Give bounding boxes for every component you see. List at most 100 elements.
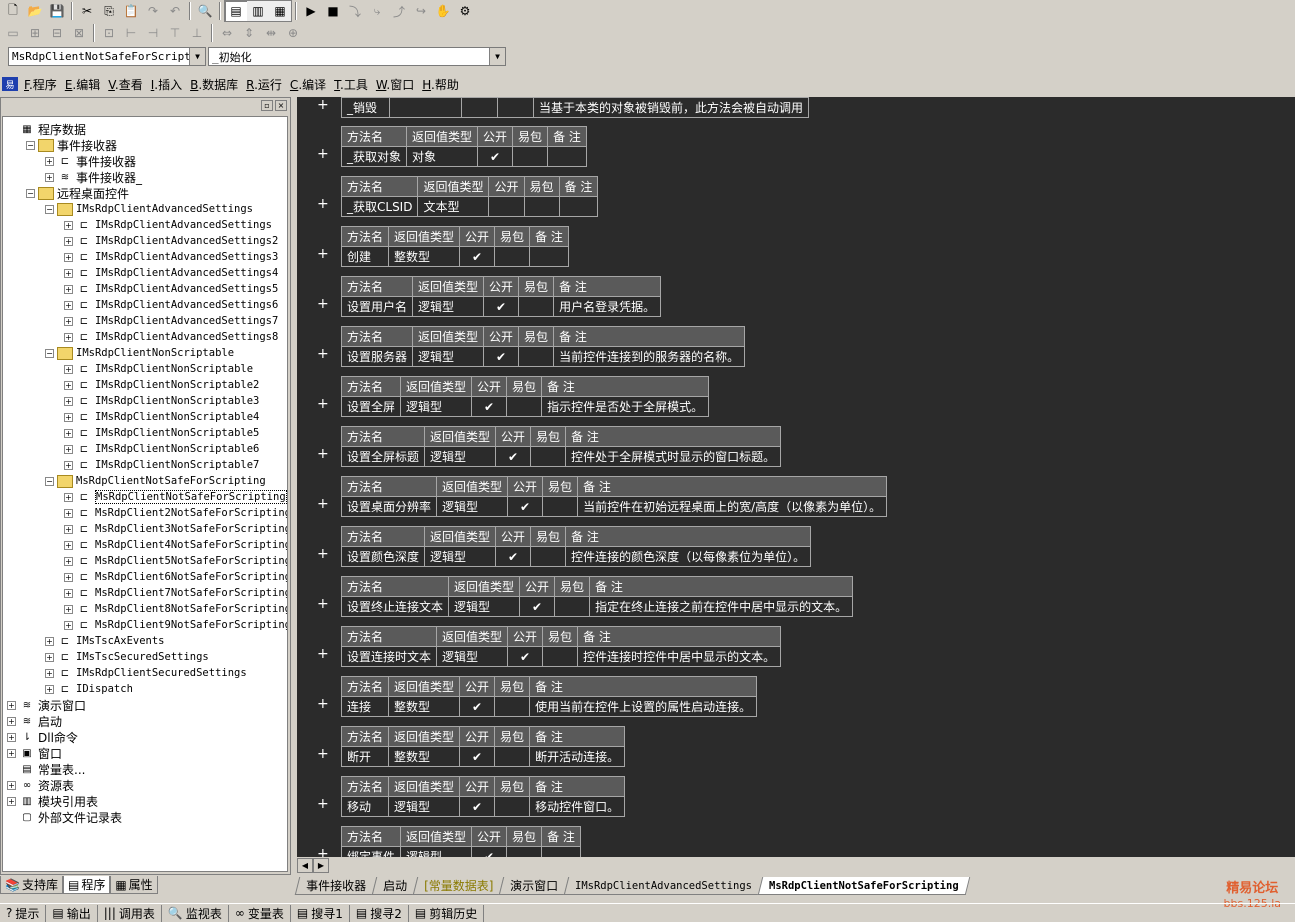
collapse-icon[interactable]: − <box>26 188 35 198</box>
menu-item[interactable]: I.插入 <box>147 76 186 93</box>
expand-icon[interactable]: + <box>64 588 73 598</box>
method-ret[interactable]: 逻辑型 <box>424 446 497 467</box>
method-ret[interactable]: 逻辑型 <box>436 646 509 667</box>
method-pub[interactable]: ✔ <box>507 496 544 517</box>
file-tab[interactable]: 事件接收器 <box>294 877 378 895</box>
method-name[interactable]: 设置全屏标题 <box>340 446 426 467</box>
new-file-icon[interactable]: 🗋 <box>2 1 24 21</box>
file-tab[interactable]: 启动 <box>371 877 419 895</box>
collapse-icon[interactable]: − <box>45 204 54 214</box>
tree-node[interactable]: + ⊏ MsRdpClient7NotSafeForScripting <box>3 585 287 601</box>
method-name[interactable]: 绑定事件 <box>340 846 402 857</box>
tree-node[interactable]: + ⊏ MsRdpClient9NotSafeForScripting <box>3 617 287 633</box>
method-name[interactable]: _销毁 <box>341 97 390 118</box>
align5-icon[interactable]: ⊡ <box>98 23 120 43</box>
expand-icon[interactable]: + <box>64 508 73 518</box>
layout3-icon[interactable]: ▦ <box>269 1 291 21</box>
run-icon[interactable]: ▶ <box>300 1 322 21</box>
redo-icon[interactable]: ↷ <box>142 1 164 21</box>
collapse-icon[interactable]: − <box>45 348 54 358</box>
method-row[interactable]: 设置用户名 逻辑型 ✔ 用户名登录凭据。 <box>340 296 662 317</box>
expand-method-icon[interactable]: + <box>317 196 329 212</box>
tree-node[interactable]: + ⊏ IMsRdpClientNonScriptable7 <box>3 457 287 473</box>
tree-node[interactable]: ▢ 外部文件记录表 <box>3 809 287 825</box>
method-note[interactable]: 指定在终止连接之前在控件中居中显示的文本。 <box>589 596 854 617</box>
align13-icon[interactable]: ⊕ <box>282 23 304 43</box>
expand-method-icon[interactable]: + <box>317 146 329 162</box>
method-name[interactable]: _获取对象 <box>340 146 408 167</box>
expand-icon[interactable]: + <box>64 396 73 406</box>
menu-item[interactable]: T.工具 <box>330 76 372 93</box>
tree-node[interactable]: − MsRdpClientNotSafeForScripting <box>3 473 287 489</box>
tree-node[interactable]: + ⊏ IMsRdpClientNonScriptable4 <box>3 409 287 425</box>
expand-icon[interactable]: + <box>64 428 73 438</box>
expand-icon[interactable] <box>7 813 16 822</box>
align7-icon[interactable]: ⊣ <box>142 23 164 43</box>
expand-icon[interactable]: + <box>64 604 73 614</box>
expand-method-icon[interactable]: + <box>317 97 329 113</box>
tree-node[interactable]: + ⊏ MsRdpClient2NotSafeForScripting <box>3 505 287 521</box>
tree-node[interactable]: − 事件接收器 <box>3 137 287 153</box>
tree-node[interactable]: + ⊏ IMsRdpClientAdvancedSettings3 <box>3 249 287 265</box>
align2-icon[interactable]: ⊞ <box>24 23 46 43</box>
bottom-tab[interactable]: ▤ 搜寻2 <box>350 904 409 922</box>
tree-node[interactable]: − IMsRdpClientNonScriptable <box>3 345 287 361</box>
method-easy[interactable] <box>506 846 543 857</box>
method-easy[interactable] <box>554 596 591 617</box>
collapse-icon[interactable]: − <box>45 476 54 486</box>
method-note[interactable]: 控件连接时控件中居中显示的文本。 <box>577 646 782 667</box>
expand-icon[interactable]: + <box>64 316 73 326</box>
method-note[interactable]: 当前控件在初始远程桌面上的宽/高度（以像素为单位）。 <box>577 496 888 517</box>
method-pub[interactable]: ✔ <box>477 146 514 167</box>
expand-icon[interactable] <box>7 125 16 134</box>
expand-icon[interactable]: + <box>45 684 54 694</box>
method-name[interactable]: 设置终止连接文本 <box>340 596 450 617</box>
close-icon[interactable]: × <box>275 100 287 111</box>
paste-icon[interactable]: 📋 <box>120 1 142 21</box>
tree-node[interactable]: ▦ 程序数据 <box>3 121 287 137</box>
expand-icon[interactable]: + <box>64 556 73 566</box>
method-pub[interactable]: ✔ <box>483 296 520 317</box>
file-tab[interactable]: 演示窗口 <box>499 877 570 895</box>
method-row[interactable]: 设置全屏 逻辑型 ✔ 指示控件是否处于全屏模式。 <box>340 396 710 417</box>
tree-node[interactable]: + ≋ 事件接收器_ <box>3 169 287 185</box>
method-name[interactable]: 设置全屏 <box>340 396 402 417</box>
tree-node[interactable]: + ≋ 启动 <box>3 713 287 729</box>
step-over-icon[interactable]: ↪ <box>410 1 432 21</box>
expand-method-icon[interactable]: + <box>317 596 329 612</box>
method-easy[interactable] <box>518 296 555 317</box>
method-pub[interactable]: ✔ <box>507 646 544 667</box>
bottom-tab[interactable]: ▤ 剪辑历史 <box>409 904 485 922</box>
method-easy[interactable] <box>494 796 531 817</box>
chevron-down-icon[interactable]: ▼ <box>489 48 505 65</box>
method-row[interactable]: 创建 整数型 ✔ <box>340 246 569 267</box>
expand-method-icon[interactable]: + <box>317 546 329 562</box>
scroll-right-icon[interactable]: ▶ <box>313 857 329 873</box>
method-row[interactable]: 设置连接时文本 逻辑型 ✔ 控件连接时控件中居中显示的文本。 <box>340 646 782 667</box>
method-ret[interactable]: 逻辑型 <box>412 296 485 317</box>
method-note[interactable] <box>558 196 599 217</box>
method-ret[interactable]: 对象 <box>406 146 479 167</box>
tree-node[interactable]: + ⊏ MsRdpClient5NotSafeForScripting <box>3 553 287 569</box>
method-easy[interactable] <box>542 646 579 667</box>
method-note[interactable] <box>541 846 581 857</box>
method-easy[interactable] <box>506 396 543 417</box>
tree-node[interactable]: + ⊏ IDispatch <box>3 681 287 697</box>
tree-node[interactable]: + ≋ 演示窗口 <box>3 697 287 713</box>
tree-node[interactable]: + ⊏ MsRdpClientNotSafeForScripting <box>3 489 287 505</box>
method-row[interactable]: 绑定事件 逻辑型 ✔ <box>340 846 581 857</box>
method-pub[interactable]: ✔ <box>471 396 508 417</box>
hand-icon[interactable]: ✋ <box>432 1 454 21</box>
method-ret[interactable]: 逻辑型 <box>400 396 473 417</box>
expand-method-icon[interactable]: + <box>317 246 329 262</box>
expand-icon[interactable]: + <box>64 220 73 230</box>
align6-icon[interactable]: ⊢ <box>120 23 142 43</box>
menu-item[interactable]: E.编辑 <box>61 76 104 93</box>
cut-icon[interactable]: ✂ <box>76 1 98 21</box>
method-name[interactable]: 断开 <box>340 746 390 767</box>
method-pub[interactable]: ✔ <box>495 546 532 567</box>
method-ret[interactable]: 整数型 <box>388 246 461 267</box>
method-row[interactable]: 设置终止连接文本 逻辑型 ✔ 指定在终止连接之前在控件中居中显示的文本。 <box>340 596 854 617</box>
save-icon[interactable]: 💾 <box>46 1 68 21</box>
method-easy[interactable] <box>530 446 567 467</box>
